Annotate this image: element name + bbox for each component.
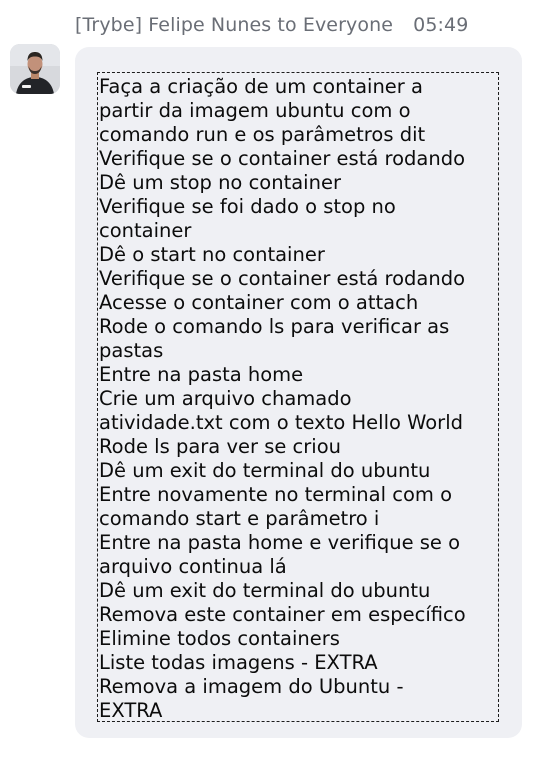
message-line: atividade.txt com o texto Hello World <box>99 411 463 434</box>
message-line: Rode ls para ver se criou <box>99 435 341 458</box>
chat-message: [Trybe] Felipe Nunes to Everyone 05:49 F… <box>0 0 539 770</box>
message-line: Dê um exit do terminal do ubuntu <box>99 579 431 602</box>
message-line: Dê um stop no container <box>99 171 341 194</box>
message-line: Entre na pasta home e verifique se o <box>99 531 461 554</box>
message-line: Remova a imagem do Ubuntu - <box>99 675 404 698</box>
message-line: arquivo continua lá <box>99 555 287 578</box>
message-header: [Trybe] Felipe Nunes to Everyone 05:49 <box>75 14 468 36</box>
message-line: Entre novamente no terminal com o <box>99 483 452 506</box>
message-line: Verifique se foi dado o stop no <box>99 195 396 218</box>
message-line: Remova este container em específico <box>99 603 466 626</box>
message-line: pastas <box>99 339 164 362</box>
message-line: Verifique se o container está rodando <box>99 147 466 170</box>
message-line: Elimine todos containers <box>99 627 340 650</box>
message-line: partir da imagem ubuntu com o <box>99 99 411 122</box>
sender-avatar[interactable] <box>10 44 60 94</box>
message-line: Rode o comando ls para verificar as <box>99 315 450 338</box>
message-line: Verifique se o container está rodando <box>99 267 466 290</box>
message-line: Dê o start no container <box>99 243 325 266</box>
message-line: Liste todas imagens - EXTRA <box>99 651 378 674</box>
sender-name: [Trybe] Felipe Nunes to Everyone <box>75 14 393 36</box>
message-line: container <box>99 219 192 242</box>
message-line: comando start e parâmetro i <box>99 507 380 530</box>
user-avatar-icon <box>10 44 60 94</box>
message-line: Acesse o container com o attach <box>99 291 419 314</box>
message-text[interactable]: Faça a criação de um container a partir … <box>97 72 499 722</box>
message-line: Faça a criação de um container a <box>99 75 423 98</box>
message-line: comando run e os parâmetros dit <box>99 123 426 146</box>
message-line: Entre na pasta home <box>99 363 304 386</box>
message-line: Dê um exit do terminal do ubuntu <box>99 459 431 482</box>
message-line: Crie um arquivo chamado <box>99 387 352 410</box>
message-line: EXTRA <box>99 699 163 722</box>
message-timestamp: 05:49 <box>413 14 469 36</box>
